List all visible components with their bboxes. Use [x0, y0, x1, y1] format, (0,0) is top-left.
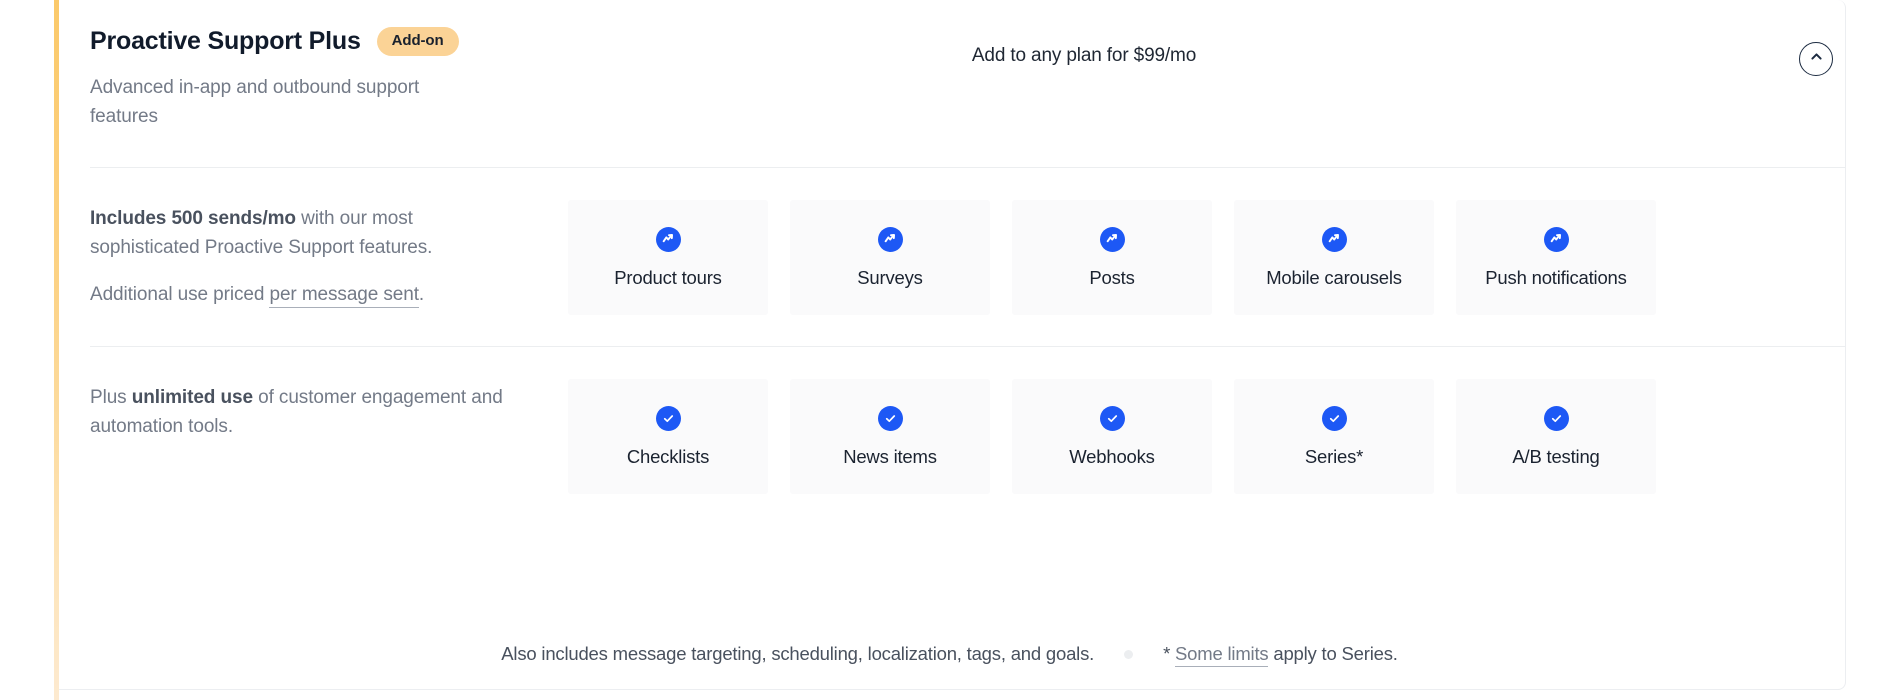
- feature-card-series[interactable]: Series*: [1234, 379, 1434, 494]
- feature-card-webhooks[interactable]: Webhooks: [1012, 379, 1212, 494]
- check-circle-icon: [1321, 405, 1347, 431]
- addon-price-note: Add to any plan for $99/mo: [971, 45, 1197, 66]
- metered-desc-line-1: Includes 500 sends/mo with our most soph…: [90, 204, 520, 262]
- chevron-up-icon: [1809, 49, 1824, 69]
- feature-label: Surveys: [857, 266, 923, 288]
- feature-label: News items: [843, 445, 937, 467]
- footer-series-note: * Some limits apply to Series.: [1163, 643, 1398, 667]
- addon-accent-bar: [54, 0, 59, 700]
- feature-card-push-notifications[interactable]: Push notifications: [1456, 200, 1656, 315]
- addon-plan-panel: Proactive Support Plus Add-on Advanced i…: [0, 0, 1900, 700]
- trend-up-icon: [1543, 226, 1569, 252]
- feature-card-ab-testing[interactable]: A/B testing: [1456, 379, 1656, 494]
- unlimited-desc-line: Plus unlimited use of customer engagemen…: [90, 383, 520, 441]
- metered-desc-bold: Includes 500 sends/mo: [90, 208, 296, 229]
- metered-feature-cards: Product tours Surveys Posts Mobile carou…: [568, 200, 1656, 315]
- trend-up-icon: [1321, 226, 1347, 252]
- check-circle-icon: [877, 405, 903, 431]
- footer-includes-note: Also includes message targeting, schedul…: [501, 643, 1095, 664]
- collapse-section-button[interactable]: [1799, 42, 1833, 76]
- feature-card-product-tours[interactable]: Product tours: [568, 200, 768, 315]
- feature-card-news-items[interactable]: News items: [790, 379, 990, 494]
- feature-card-checklists[interactable]: Checklists: [568, 379, 768, 494]
- feature-label: Posts: [1089, 266, 1135, 288]
- metered-desc-line-2: Additional use priced per message sent.: [90, 280, 520, 309]
- unlimited-features-description: Plus unlimited use of customer engagemen…: [90, 379, 520, 441]
- footer-asterisk: *: [1163, 643, 1176, 664]
- metered-desc-prefix: Additional use priced: [90, 284, 270, 305]
- page-title: Proactive Support Plus: [90, 27, 361, 55]
- feature-label: Product tours: [614, 266, 722, 288]
- addon-footer: Also includes message targeting, schedul…: [54, 643, 1845, 667]
- section-divider-1: [90, 167, 1845, 168]
- section-divider-2: [90, 346, 1845, 347]
- check-circle-icon: [655, 405, 681, 431]
- feature-label: Push notifications: [1485, 266, 1627, 288]
- metered-features-description: Includes 500 sends/mo with our most soph…: [90, 200, 520, 309]
- footer-dot-separator: [1124, 649, 1134, 659]
- feature-label: Mobile carousels: [1266, 266, 1402, 288]
- trend-up-icon: [877, 226, 903, 252]
- some-limits-link[interactable]: Some limits: [1175, 643, 1269, 667]
- metered-desc-suffix: .: [418, 284, 425, 305]
- check-circle-icon: [1099, 405, 1125, 431]
- feature-card-surveys[interactable]: Surveys: [790, 200, 990, 315]
- feature-label: A/B testing: [1512, 445, 1600, 467]
- feature-label: Checklists: [626, 445, 710, 467]
- feature-label: Series*: [1304, 445, 1364, 467]
- per-message-sent-link[interactable]: per message sent: [269, 284, 419, 308]
- feature-card-mobile-carousels[interactable]: Mobile carousels: [1234, 200, 1434, 315]
- unlimited-desc-bold: unlimited use: [131, 387, 253, 408]
- unlimited-features-section: Plus unlimited use of customer engagemen…: [90, 379, 1827, 494]
- unlimited-feature-cards: Checklists News items Webhooks Series* A…: [568, 379, 1656, 494]
- trend-up-icon: [1099, 226, 1125, 252]
- feature-card-posts[interactable]: Posts: [1012, 200, 1212, 315]
- check-circle-icon: [1543, 405, 1569, 431]
- trend-up-icon: [655, 226, 681, 252]
- addon-card: Proactive Support Plus Add-on Advanced i…: [54, 0, 1846, 690]
- metered-features-section: Includes 500 sends/mo with our most soph…: [90, 200, 1827, 315]
- unlimited-desc-prefix: Plus: [90, 387, 132, 408]
- footer-series-rest: apply to Series.: [1268, 643, 1398, 664]
- addon-badge: Add-on: [376, 26, 459, 56]
- addon-subtitle: Advanced in-app and outbound support fea…: [90, 77, 420, 127]
- feature-label: Webhooks: [1069, 445, 1155, 467]
